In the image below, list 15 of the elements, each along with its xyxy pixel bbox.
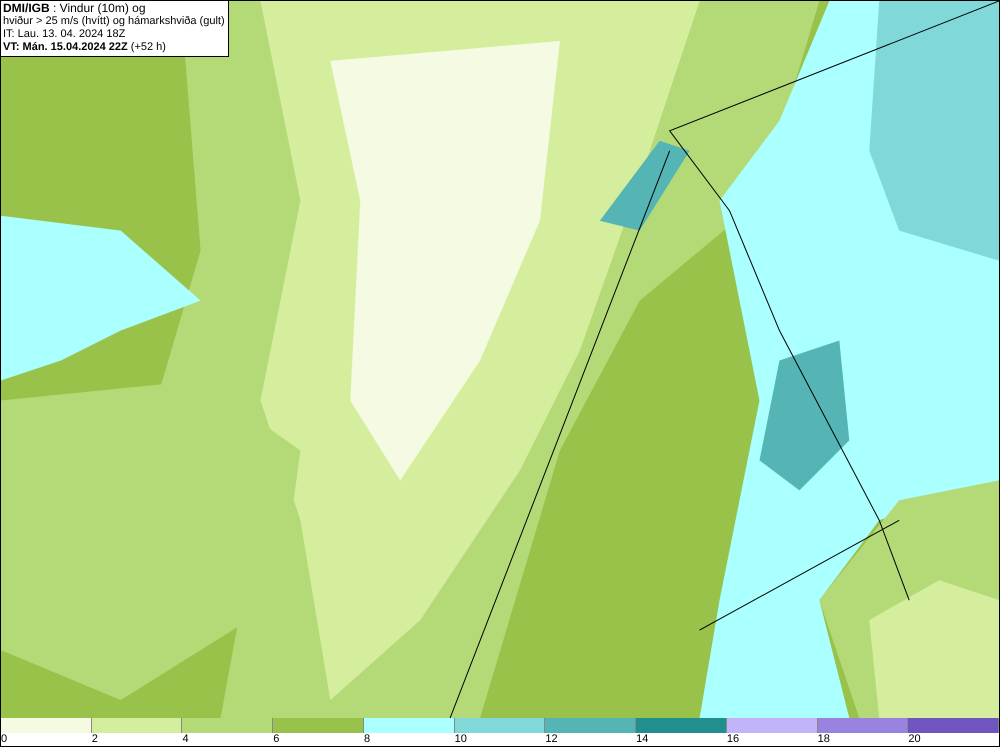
legend-label: 8 [364, 733, 370, 746]
legend-label: 18 [818, 733, 830, 746]
legend-label: 16 [726, 733, 740, 746]
info-text: IT: Lau. 13. 04. 2024 18Z [3, 28, 126, 41]
info-text: hviður > 25 m/s (hvítt) og hámarkshviða (gult) [3, 15, 225, 28]
info-text: DMI/IGB : Vindur (10m) og [3, 2, 146, 15]
info-text: VT: Mán. 15.04.2024 22Z (+52 h) [3, 41, 167, 54]
legend-label: 20 [908, 733, 921, 746]
legend-label: 14 [636, 733, 648, 746]
legend-label: 6 [273, 733, 280, 746]
legend-label: 2 [92, 733, 98, 746]
legend-label: 0 [1, 733, 8, 746]
legend-label: 4 [182, 733, 189, 746]
legend-label: 12 [545, 733, 558, 746]
legend-label: 10 [454, 733, 467, 746]
